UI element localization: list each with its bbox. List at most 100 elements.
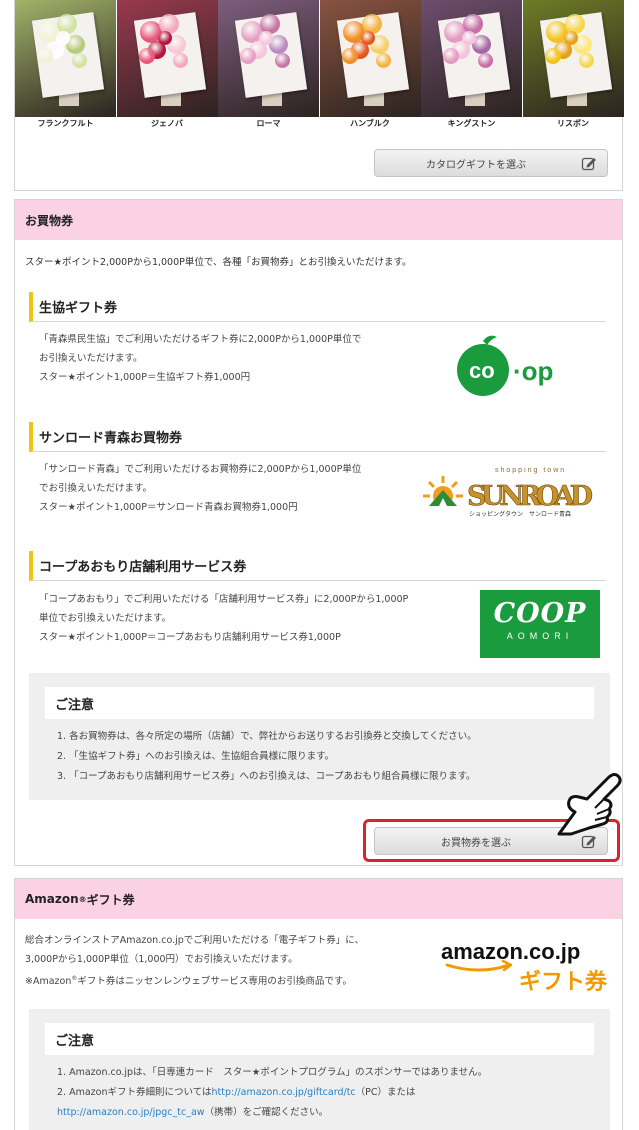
section-intro: スター★ポイント2,000Pから1,000P単位で、各種「お買物券」とお引換えい… xyxy=(25,257,412,268)
coop-aomori-logo-main: COOP xyxy=(493,598,587,629)
flower-bloom xyxy=(544,48,561,64)
flower-name: ローマ xyxy=(256,119,281,128)
flower-bloom xyxy=(173,52,188,68)
notice-item: 1. 各お買物券は、各々所定の場所（店舗）で、弊社からお送りするお引換券と交換し… xyxy=(57,731,477,742)
coop-logo: co ·op xyxy=(457,335,553,396)
flower-bloom xyxy=(443,48,459,64)
flower-bloom xyxy=(563,31,578,45)
desc-line: スター★ポイント1,000P＝サンロード青森お買物券1,000円 xyxy=(39,502,298,513)
amazon-title-rest: ギフト券 xyxy=(86,892,135,907)
sunroad-logo: shopping town SUNROAD ショッピングタウン サンロード青森 xyxy=(423,467,593,518)
amazon-mobile-terms-link[interactable]: http://amazon.co.jp/jpgc_tc_aw xyxy=(57,1107,205,1118)
notice-list: 1. 各お買物券は、各々所定の場所（店舗）で、弊社からお送りするお引換券と交換し… xyxy=(57,727,477,787)
desc-line: 単位でお引換えいただけます。 xyxy=(39,613,172,624)
amazon-smile-icon xyxy=(445,963,511,972)
shopping-voucher-section: お買物券 スター★ポイント2,000Pから1,000P単位で、各種「お買物券」と… xyxy=(14,199,623,866)
coop-gift-title: 生協ギフト券 xyxy=(29,292,606,322)
notice-item: 1. Amazon.co.jpは、「日専連カード スター★ポイントプログラム」の… xyxy=(57,1067,488,1078)
notice-text: 2. Amazonギフト券細則については xyxy=(57,1087,212,1098)
amazon-notice-box: ご注意 1. Amazon.co.jpは、「日専連カード スター★ポイントプログ… xyxy=(29,1009,610,1130)
flower-tile: ローマ xyxy=(218,0,319,128)
amazon-section-title: Amazon ® ギフト券 xyxy=(15,879,622,919)
flower-bloom xyxy=(138,48,155,64)
notice-text: （携帯）をご確認ください。 xyxy=(204,1107,329,1118)
flower-tile: ハンブルク xyxy=(319,0,421,128)
desc-line: 総合オンラインストアAmazon.co.jpでご利用いただける「電子ギフト券」に… xyxy=(25,935,364,946)
notice-title: ご注意 xyxy=(45,687,594,719)
choose-catalog-gift-button[interactable]: カタログギフトを選ぶ xyxy=(374,149,608,177)
notice-item: 2. 「生協ギフト券」へのお引換えは、生協組合員様に限ります。 xyxy=(57,751,335,762)
flower-photo xyxy=(421,0,522,117)
edit-icon xyxy=(581,157,596,171)
desc-text: ギフト券はニッセンレンウェブサービス専用のお引換商品です。 xyxy=(77,976,352,988)
desc-line: ※Amazon®ギフト券はニッセンレンウェブサービス専用のお引換商品です。 xyxy=(25,969,364,991)
sunroad-voucher-description: 「サンロード青森」でご利用いただけるお買物券に2,000Pから1,000P単位 … xyxy=(39,460,361,517)
flower-bloom xyxy=(462,31,476,45)
desc-line: お引換えいただけます。 xyxy=(39,353,143,364)
svg-text:·op: ·op xyxy=(513,356,553,386)
flower-bloom xyxy=(360,31,375,45)
flower-bloom xyxy=(274,52,290,68)
desc-line: スター★ポイント1,000P＝コープあおもり店舗利用サービス券1,000P xyxy=(39,632,341,643)
amazon-gift-logo: amazon.co.jp ギフト券 xyxy=(441,939,608,994)
desc-line: 「コープあおもり」でご利用いただける「店舗利用サービス券」に2,000Pから1,… xyxy=(39,594,409,605)
flower-photo xyxy=(116,0,218,117)
amazon-logo-gift-text: ギフト券 xyxy=(519,969,608,994)
catalog-section: フランクフルト ジェノバ ローマ ハンブルク キングストン リスボン カタログギフトを選ぶ xyxy=(14,0,624,191)
flower-bloom xyxy=(341,48,358,64)
flower-tile: フランクフルト xyxy=(15,0,116,128)
flower-bloom xyxy=(477,52,493,68)
flower-name: キングストン xyxy=(447,119,496,128)
flower-bloom xyxy=(259,31,273,45)
flower-bloom xyxy=(56,31,70,45)
desc-line: 「サンロード青森」でご利用いただけるお買物券に2,000Pから1,000P単位 xyxy=(39,464,362,475)
amazon-pc-terms-link[interactable]: http://amazon.co.jp/giftcard/tc xyxy=(212,1087,356,1098)
flower-photo xyxy=(218,0,319,117)
choose-catalog-gift-label: カタログギフトを選ぶ xyxy=(426,159,526,171)
sunroad-logo-text: SUNROAD xyxy=(467,481,593,512)
desc-text: ※Amazon xyxy=(25,976,72,988)
flower-bloom xyxy=(37,48,53,64)
flower-photo xyxy=(319,0,421,117)
amazon-section: Amazon ® ギフト券 総合オンラインストアAmazon.co.jpでご利用いた… xyxy=(14,878,623,1130)
notice-title: ご注意 xyxy=(45,1023,594,1055)
notice-item: http://amazon.co.jp/jpgc_tc_aw（携帯）をご確認くだ… xyxy=(57,1103,487,1123)
svg-text:co: co xyxy=(469,358,495,383)
notice-item: 3. 「コープあおもり店舗利用サービス券」へのお引換えは、コープあおもり組合員様… xyxy=(57,771,476,782)
notice-text: （PC）または xyxy=(355,1087,416,1098)
registered-mark: ® xyxy=(78,894,87,904)
flower-name: ハンブルク xyxy=(350,119,390,128)
flower-bloom xyxy=(376,52,391,68)
desc-line: 3,000Pから1,000P単位（1,000円）でお引換えいただけます。 xyxy=(25,954,298,965)
shopping-notice-box: ご注意 1. 各お買物券は、各々所定の場所（店舗）で、弊社からお送りするお引換券… xyxy=(29,673,610,800)
sunroad-logo-tagline: shopping town xyxy=(495,467,566,474)
desc-line: スター★ポイント1,000P＝生協ギフト券1,000円 xyxy=(39,372,251,383)
flower-bloom xyxy=(240,48,256,64)
flower-photo xyxy=(15,0,116,117)
flower-photo xyxy=(522,0,624,117)
flower-gallery: フランクフルト ジェノバ ローマ ハンブルク キングストン リスボン xyxy=(15,0,624,128)
coop-aomori-description: 「コープあおもり」でご利用いただける「店舗利用サービス券」に2,000Pから1,… xyxy=(39,590,408,647)
coop-aomori-title: コープあおもり店舗利用サービス券 xyxy=(29,551,606,581)
coop-gift-description: 「青森県民生協」でご利用いただけるギフト券に2,000Pから1,000P単位で … xyxy=(39,330,361,387)
coop-aomori-logo-sub: AOMORI xyxy=(506,631,574,641)
amazon-description: 総合オンラインストアAmazon.co.jpでご利用いただける「電子ギフト券」に… xyxy=(25,931,364,991)
notice-item: 2. Amazonギフト券細則についてはhttp://amazon.co.jp/… xyxy=(57,1083,487,1103)
amazon-title-main: Amazon xyxy=(25,892,79,906)
flower-name: リスボン xyxy=(557,119,589,128)
amazon-logo-text: amazon.co.jp xyxy=(441,939,580,964)
flower-tile: ジェノバ xyxy=(116,0,218,128)
flower-name: フランクフルト xyxy=(37,119,94,128)
flower-tile: キングストン xyxy=(421,0,522,128)
flower-bloom xyxy=(157,31,172,45)
notice-list: 1. Amazon.co.jpは、「日専連カード スター★ポイントプログラム」の… xyxy=(57,1063,487,1123)
desc-line: 「青森県民生協」でご利用いただけるギフト券に2,000Pから1,000P単位で xyxy=(39,334,362,345)
desc-line: でお引換えいただけます。 xyxy=(39,483,153,494)
sunroad-logo-sub: ショッピングタウン サンロード青森 xyxy=(469,510,571,518)
flower-name: ジェノバ xyxy=(151,119,183,128)
section-title: お買物券 xyxy=(15,200,622,240)
coop-aomori-logo: COOP AOMORI xyxy=(480,590,600,658)
flower-tile: リスボン xyxy=(522,0,624,128)
choose-shopping-voucher-label: お買物券を選ぶ xyxy=(441,837,511,849)
pointing-hand-icon xyxy=(557,773,622,836)
